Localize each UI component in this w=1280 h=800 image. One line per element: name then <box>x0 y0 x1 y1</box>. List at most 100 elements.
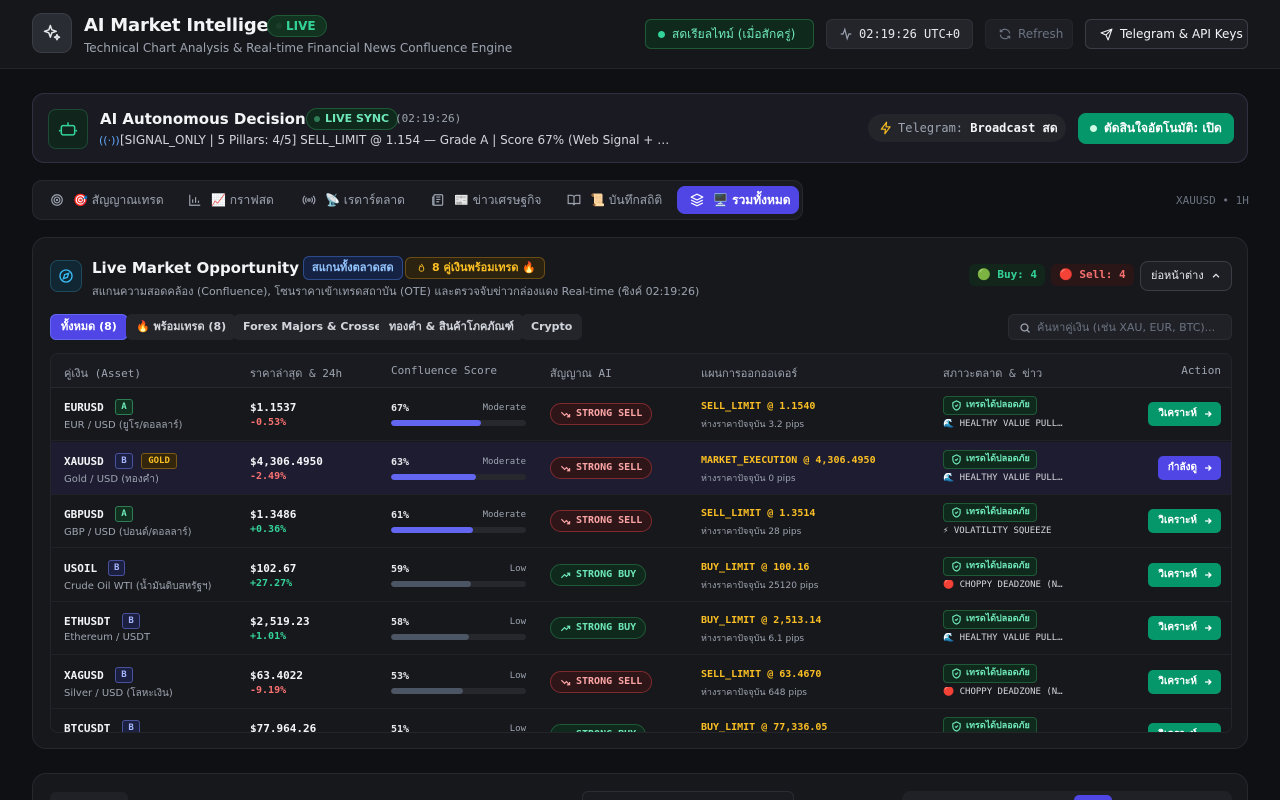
table-row[interactable]: ETHUSDT B Ethereum / USDT $2,519.23 +1.01% 58… <box>51 602 1231 655</box>
order-plan: SELL_LIMIT @ 1.3514 <box>701 508 816 519</box>
telegram-api-button[interactable]: Telegram & API Keys <box>1085 19 1248 49</box>
safety-label: เทรดได้ปลอดภัย <box>966 453 1030 464</box>
last-price: $1.1537 <box>250 401 297 414</box>
search-icon <box>1020 323 1030 333</box>
market-condition: 🔴 CHOPPY DEADZONE (NO TRADE) <box>943 579 1063 590</box>
shield-check-icon <box>952 721 961 732</box>
next-panel-toolbar <box>902 791 1232 800</box>
telegram-value: Broadcast สด <box>970 121 1058 135</box>
shield-check-icon <box>952 400 961 411</box>
sell-count: 🔴 Sell: 4 <box>1051 264 1134 286</box>
signal-label: STRONG BUY <box>576 622 637 633</box>
action-label: วิเคราะห์ <box>1158 568 1197 580</box>
asset-name: Crude Oil WTI (น้ำมันดิบสหรัฐฯ) <box>64 580 212 592</box>
asset-symbol: ETHUSDT <box>64 615 111 628</box>
autonomous-pilot-card: AI Autonomous Decision Pilot LIVE SYNC (… <box>32 93 1248 163</box>
market-condition: ⚡ VOLATILITY SQUEEZE <box>943 526 1052 536</box>
safety-badge: เทรดได้ปลอดภัย <box>943 503 1037 522</box>
last-price: $77,964.26 <box>250 722 317 733</box>
table-row[interactable]: GBPUSD A GBP / USD (ปอนด์/ดอลลาร์) $1.3486 +… <box>51 495 1231 548</box>
safety-label: เทรดได้ปลอดภัย <box>966 507 1030 517</box>
search-input[interactable] <box>1037 318 1225 336</box>
table-row[interactable]: XAUUSD B GOLD Gold / USD (ทองคำ) $4,306.4950… <box>51 441 1231 495</box>
shield-check-icon <box>952 667 961 679</box>
signal-label: STRONG SELL <box>576 675 643 687</box>
table-row[interactable]: USOIL B Crude Oil WTI (น้ำมันดิบสหรัฐฯ) $10… <box>51 548 1231 602</box>
next-panel-control[interactable] <box>582 791 794 800</box>
score-bar-fill <box>391 473 477 480</box>
scan-badge: สแกนทั้งตลาดสด <box>303 256 403 280</box>
safety-badge: เทรดได้ปลอดภัย <box>943 717 1037 732</box>
analyze-button[interactable]: วิเคราะห์ <box>1148 723 1221 733</box>
auto-decision-toggle[interactable]: ตัดสินใจอัตโนมัติ: เปิด <box>1078 113 1234 144</box>
tab-economic-news[interactable]: 📰 ข่าวเศรษฐกิจ <box>418 186 546 214</box>
confluence-score: 58% <box>391 617 410 628</box>
refresh-icon <box>999 28 1011 40</box>
table-row[interactable]: XAGUSD B Silver / USD (โลหะเงิน) $63.4022 -9… <box>51 655 1231 709</box>
tab-label: 🎯 สัญญาณเทรด <box>73 193 164 207</box>
refresh-button[interactable]: Refresh <box>985 19 1073 49</box>
next-panel-active-item[interactable] <box>1074 795 1112 800</box>
tab-all-dashboard[interactable]: 🖥️ รวมทั้งหมด <box>677 186 799 214</box>
col-score: Confluence Score <box>391 364 497 377</box>
asset-name: Gold / USD (ทองคำ) <box>64 473 159 485</box>
analyze-button[interactable]: วิเคราะห์ <box>1148 616 1221 640</box>
last-price: $102.67 <box>250 561 297 575</box>
radar-table: คู่เงิน (Asset) ราคาล่าสุด & 24h Conflue… <box>50 353 1232 733</box>
analyze-button[interactable]: วิเคราะห์ <box>1148 509 1221 533</box>
filter-commodities[interactable]: ทองคำ & สินค้าโภคภัณฑ์ <box>379 314 524 340</box>
asset-symbol: EURUSD <box>64 401 104 414</box>
filter-forex[interactable]: Forex Majors & Crosses <box>233 314 399 340</box>
score-bar <box>391 580 526 587</box>
shield-check-icon <box>952 560 961 572</box>
telegram-api-label: Telegram & API Keys <box>1120 27 1243 41</box>
ai-signal-badge: STRONG SELL <box>550 403 653 425</box>
tab-market-radar[interactable]: 📡 เรดาร์ตลาด <box>289 186 409 214</box>
signal-label: STRONG BUY <box>576 729 636 732</box>
score-bar-fill <box>391 634 470 640</box>
ai-signal-badge: STRONG SELL <box>550 456 653 479</box>
analyze-button[interactable]: วิเคราะห์ <box>1148 669 1221 694</box>
score-bar-fill <box>391 687 463 694</box>
safety-badge: เทรดได้ปลอดภัย <box>943 610 1037 629</box>
safety-badge: เทรดได้ปลอดภัย <box>943 449 1037 469</box>
score-bar <box>391 687 526 694</box>
score-bar <box>391 527 526 533</box>
score-bar-fill <box>391 580 471 587</box>
arrow-right-icon <box>1203 730 1213 733</box>
score-level: Moderate <box>482 403 526 413</box>
main-tabs: 🎯 สัญญาณเทรด 📈 กราฟสด 📡 เรดาร์ตลาด 📰 ข่า… <box>32 180 803 220</box>
trending-down-icon <box>560 518 571 525</box>
analyze-button[interactable]: วิเคราะห์ <box>1148 562 1221 587</box>
app-header: AI Market Intelligence LIVE Technical Ch… <box>0 0 1280 69</box>
table-row[interactable]: BTCUSDTBBitcoin / USDT$77,964.26+0.42%51… <box>51 709 1231 733</box>
table-header: คู่เงิน (Asset) ราคาล่าสุด & 24h Conflue… <box>51 354 1231 388</box>
signal-label: STRONG SELL <box>576 515 643 526</box>
arrow-right-icon <box>1205 571 1212 578</box>
asset-symbol: GBPUSD <box>64 508 104 521</box>
order-distance: ห่างราคาปัจจุบัน 25120 pips <box>701 580 819 591</box>
arrow-right-icon <box>1205 678 1212 685</box>
filter-ready[interactable]: 🔥 พร้อมเทรด (8) <box>126 314 237 340</box>
asset-symbol: USOIL <box>64 561 98 575</box>
arrow-right-icon <box>1205 625 1212 631</box>
tab-statistics-log[interactable]: 📜 บันทึกสถิติ <box>554 186 674 214</box>
analyze-button[interactable]: วิเคราะห์ <box>1148 402 1221 426</box>
telegram-prefix: Telegram: <box>898 121 964 135</box>
tab-live-chart[interactable]: 📈 กราฟสด <box>175 186 281 214</box>
tab-trade-signals[interactable]: 🎯 สัญญาณเทรด <box>37 186 171 214</box>
analyze-button[interactable]: กำลังดู <box>1157 455 1221 480</box>
live-sync-badge: LIVE SYNC <box>306 108 399 130</box>
table-row[interactable]: EURUSD A EUR / USD (ยูโร/ดอลลาร์) $1.1537 -0… <box>51 388 1231 441</box>
filter-all[interactable]: ทั้งหมด (8) <box>50 314 128 340</box>
trending-down-icon <box>560 411 571 418</box>
score-level: Low <box>509 670 526 681</box>
safety-label: เทรดได้ปลอดภัย <box>966 614 1030 624</box>
asset-name: Silver / USD (โลหะเงิน) <box>64 687 173 699</box>
tab-label: 🖥️ รวมทั้งหมด <box>713 193 791 207</box>
score-level: Moderate <box>482 456 526 467</box>
collapse-panel-button[interactable]: ย่อหน้าต่าง <box>1140 261 1232 291</box>
compass-icon <box>50 260 82 292</box>
filter-crypto[interactable]: Crypto <box>521 314 583 340</box>
action-label: วิเคราะห์ <box>1158 675 1197 687</box>
